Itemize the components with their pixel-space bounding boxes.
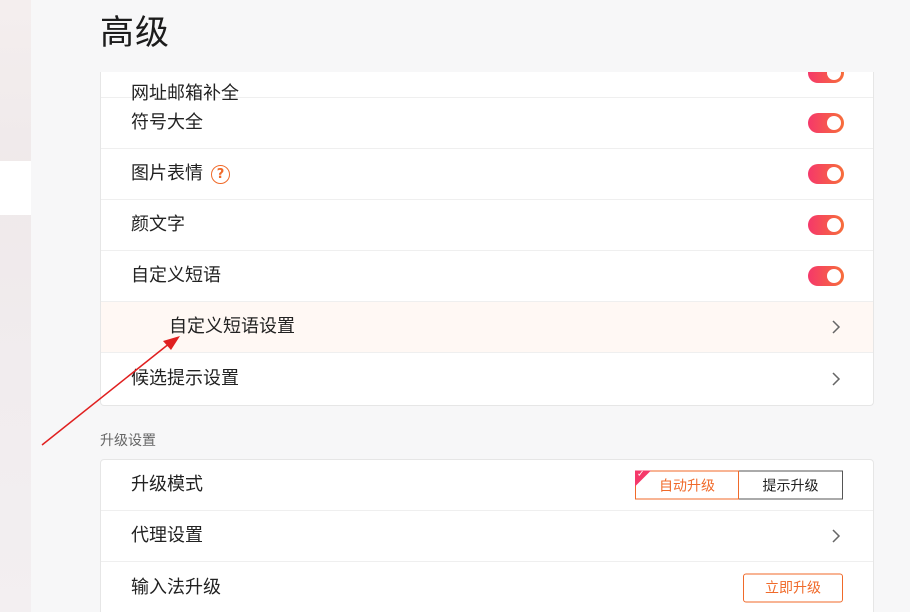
chevron-right-icon bbox=[832, 371, 841, 386]
setting-row-symbols: 符号大全 bbox=[101, 98, 873, 149]
feature-settings-card: 网址邮箱补全 符号大全 图片表情 ? 颜文字 自定义短语 自定义短语设置 候选提… bbox=[100, 72, 874, 406]
setting-label: 自定义短语 bbox=[131, 265, 221, 286]
chevron-right-icon bbox=[832, 320, 841, 334]
setting-label: 输入法升级 bbox=[131, 576, 221, 598]
chevron-right-icon bbox=[832, 529, 841, 543]
section-heading-upgrade: 升级设置 bbox=[100, 433, 156, 449]
toggle-knob bbox=[827, 72, 841, 80]
kaomoji-toggle[interactable] bbox=[808, 215, 844, 235]
candidate-hint-settings-link[interactable]: 候选提示设置 bbox=[101, 353, 873, 404]
setting-label: 符号大全 bbox=[131, 112, 203, 133]
page-title: 高级 bbox=[100, 13, 170, 53]
check-icon: ✓ bbox=[637, 469, 645, 480]
setting-label: 候选提示设置 bbox=[131, 367, 239, 389]
setting-label: 图片表情 bbox=[131, 163, 203, 184]
toggle-knob bbox=[827, 167, 841, 181]
setting-label: 升级模式 bbox=[131, 474, 203, 495]
setting-label: 代理设置 bbox=[131, 525, 203, 546]
setting-row-url-email: 网址邮箱补全 bbox=[101, 72, 873, 104]
option-label: 自动升级 bbox=[659, 478, 715, 494]
toggle-knob bbox=[827, 269, 841, 283]
prompt-upgrade-option[interactable]: 提示升级 bbox=[739, 470, 843, 500]
custom-phrase-toggle[interactable] bbox=[808, 266, 844, 286]
upgrade-settings-card: 升级模式 ✓ 自动升级 提示升级 代理设置 输入法升级 立即升级 bbox=[100, 459, 874, 612]
image-emoji-toggle[interactable] bbox=[808, 164, 844, 184]
auto-upgrade-option[interactable]: ✓ 自动升级 bbox=[635, 469, 739, 500]
toggle-knob bbox=[827, 218, 841, 232]
option-label: 提示升级 bbox=[762, 478, 819, 494]
setting-row-custom-phrase: 自定义短语 bbox=[101, 251, 873, 302]
setting-label: 颜文字 bbox=[131, 214, 185, 235]
setting-row-ime-upgrade: 输入法升级 立即升级 bbox=[101, 562, 873, 612]
setting-row-kaomoji: 颜文字 bbox=[101, 200, 873, 251]
symbols-toggle[interactable] bbox=[808, 113, 844, 133]
help-icon[interactable]: ? bbox=[211, 164, 230, 184]
proxy-settings-link[interactable]: 代理设置 bbox=[101, 511, 873, 562]
url-email-toggle[interactable] bbox=[808, 72, 844, 83]
upgrade-mode-selector: ✓ 自动升级 提示升级 bbox=[635, 469, 843, 500]
setting-label: 自定义短语设置 bbox=[169, 316, 295, 337]
sidebar-highlight bbox=[0, 161, 31, 215]
upgrade-now-button[interactable]: 立即升级 bbox=[743, 573, 843, 602]
window-left-edge bbox=[0, 0, 31, 612]
setting-row-upgrade-mode: 升级模式 ✓ 自动升级 提示升级 bbox=[101, 460, 873, 511]
setting-row-image-emoji: 图片表情 ? bbox=[101, 149, 873, 200]
toggle-knob bbox=[827, 116, 841, 130]
custom-phrase-settings-link[interactable]: 自定义短语设置 bbox=[101, 302, 873, 353]
